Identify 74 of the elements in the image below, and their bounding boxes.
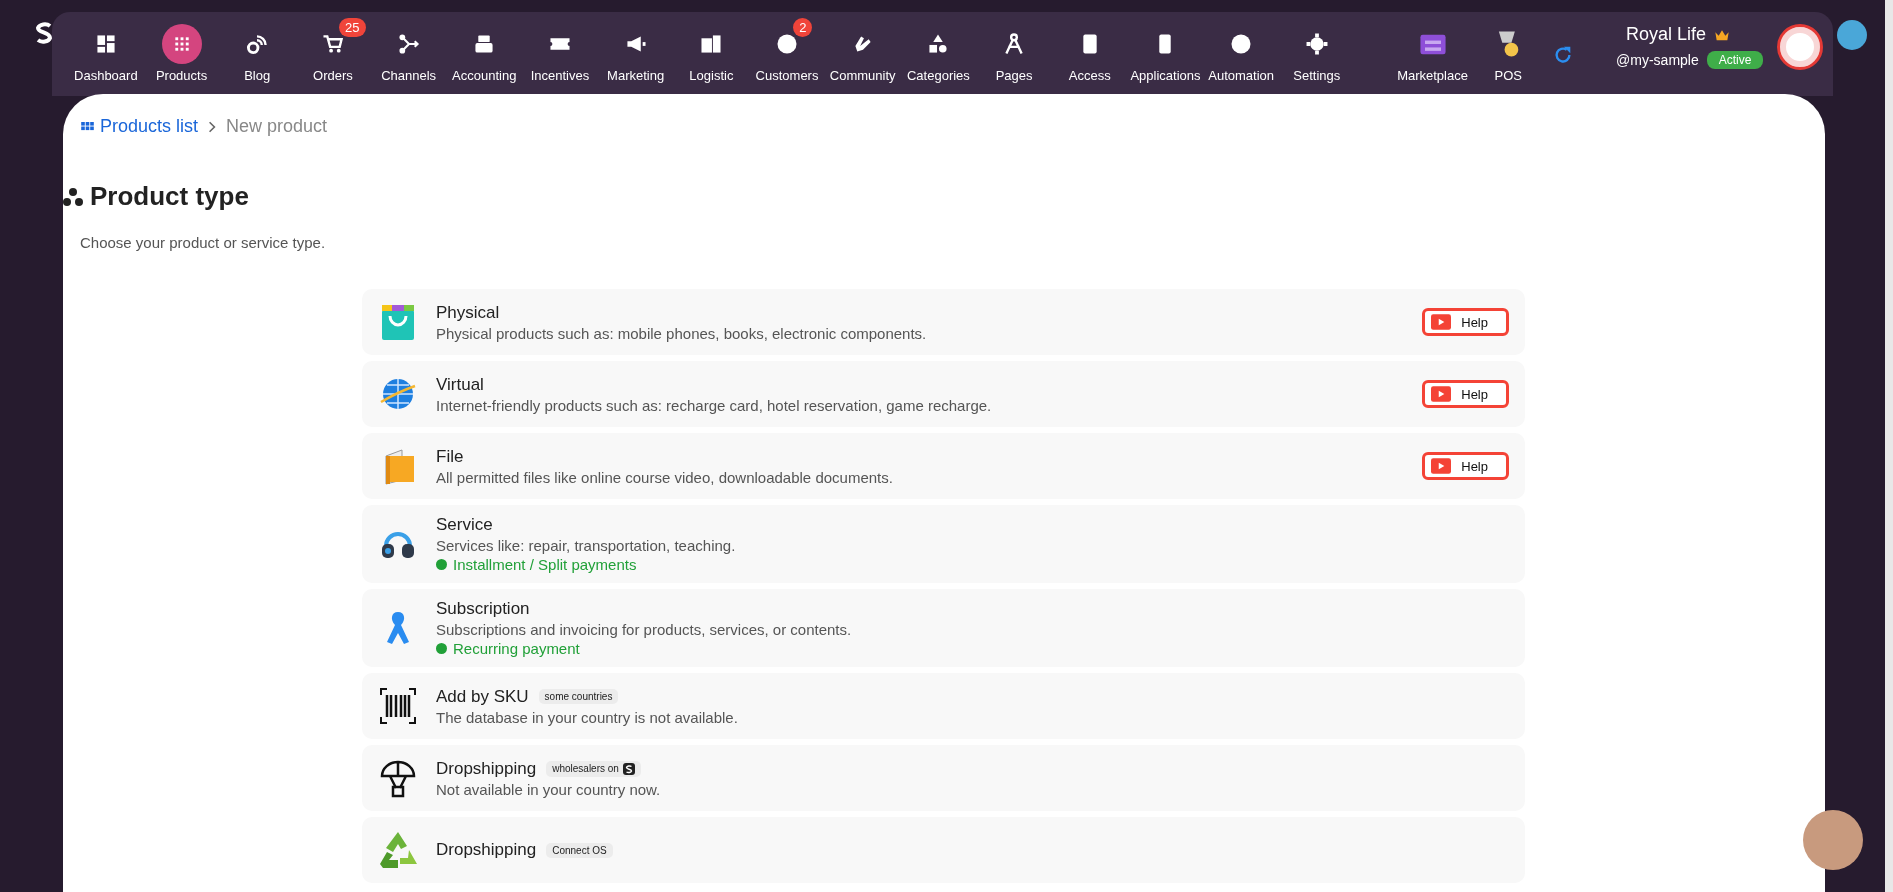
nav-link[interactable]: Settings <box>1280 68 1353 83</box>
status-badge: Active <box>1706 51 1764 69</box>
page-title: Product type <box>90 181 249 212</box>
tag-text: Connect OS <box>552 844 607 856</box>
status-dot <box>436 643 447 654</box>
product-type-title: File <box>436 446 464 467</box>
nav-link[interactable]: Accounting <box>448 68 521 83</box>
nav-link[interactable]: Incentives <box>523 68 596 83</box>
nav-link[interactable]: Access <box>1053 68 1126 83</box>
nav-link[interactable]: Automation <box>1205 68 1278 83</box>
product-type-card[interactable]: Virtual Internet-friendly products such as: recharge card, hotel reservation, game recharge. Help <box>362 361 1525 427</box>
breadcrumb-current: New product <box>226 116 328 137</box>
product-type-card[interactable]: Dropshipping Connect OS <box>362 817 1525 883</box>
parachute-icon <box>378 758 418 798</box>
nav-link[interactable]: Dashboard <box>69 68 142 83</box>
count-badge: 25 <box>339 18 366 37</box>
product-type-description: Subscriptions and invoicing for products, services, or contents. <box>436 621 853 638</box>
account-handle: @my-sample <box>1616 52 1699 68</box>
product-type-title: Service <box>436 515 493 535</box>
product-type-description: Not available in your country now. <box>436 780 662 798</box>
play-icon <box>1431 314 1452 330</box>
product-type-title: Add by SKU <box>436 686 529 707</box>
product-type-card[interactable]: File All permitted files like online course video, downloadable documents. Help <box>362 433 1525 499</box>
page-subtitle: Choose your product or service type. <box>80 234 327 251</box>
payment-note: Recurring payment <box>453 640 580 657</box>
breadcrumb-link[interactable]: Products list <box>100 116 199 137</box>
nav-link[interactable]: Orders <box>296 68 369 83</box>
tag-text: some countries <box>544 691 613 702</box>
tag-text: wholesalers on <box>552 763 619 774</box>
product-type-card[interactable]: Add by SKU some countries The database in your country is not available. <box>362 673 1525 739</box>
chat-avatar[interactable] <box>1803 810 1863 870</box>
product-type-description: The database in your country is not available. <box>436 708 739 726</box>
grid-icon <box>81 122 94 131</box>
product-type-description: Physical products such as: mobile phones, books, electronic components. <box>436 324 928 342</box>
recycle-icon <box>378 830 418 870</box>
nav-link[interactable]: POS <box>1472 68 1545 83</box>
nav-link[interactable]: Marketing <box>599 68 672 83</box>
barcode-icon <box>378 686 418 726</box>
nav-link[interactable]: Community <box>826 68 899 83</box>
payment-note: Installment / Split payments <box>453 556 637 573</box>
account-name: Royal Life <box>1625 24 1707 45</box>
product-type-description: Services like: repair, transportation, teaching. <box>436 537 737 554</box>
product-type-description: All permitted files like online course video, downloadable documents. <box>436 468 894 486</box>
nav-link[interactable]: Products <box>145 68 218 83</box>
grid-icon[interactable] <box>161 24 202 64</box>
product-type-title: Dropshipping <box>436 840 537 860</box>
product-type-card[interactable]: Subscription Subscriptions and invoicing for products, services, or contents. Recurring payment <box>362 589 1525 667</box>
product-type-title: Subscription <box>436 599 530 619</box>
product-type-title: Dropshipping <box>436 758 537 779</box>
product-type-description: Internet-friendly products such as: recharge card, hotel reservation, game recharge. <box>436 396 993 414</box>
help-button[interactable]: Help <box>1422 452 1509 480</box>
status-dot <box>436 559 447 570</box>
nav-link[interactable]: Applications <box>1129 68 1202 83</box>
help-button[interactable]: Help <box>1422 380 1509 408</box>
product-type-card[interactable]: Physical Physical products such as: mobile phones, books, electronic components. Help <box>362 289 1525 355</box>
product-type-title: Virtual <box>436 374 484 395</box>
nav-link[interactable]: Channels <box>372 68 445 83</box>
avatar-icon[interactable] <box>1837 20 1867 50</box>
product-type-title: Physical <box>436 302 500 323</box>
product-type-card[interactable]: Service Services like: repair, transportation, teaching. Installment / Split payments <box>362 505 1525 583</box>
play-icon <box>1431 458 1452 474</box>
nav-link[interactable]: Pages <box>978 68 1051 83</box>
nav-link[interactable]: Logistic <box>675 68 748 83</box>
shop-logo-icon[interactable] <box>1777 24 1824 70</box>
count-badge: 2 <box>793 18 813 37</box>
chevron-right-icon <box>208 120 217 133</box>
product-type-card[interactable]: Dropshipping wholesalers on Not available in your country now. <box>362 745 1525 811</box>
nav-link[interactable]: Categories <box>902 68 975 83</box>
dots-icon <box>62 186 84 207</box>
nav-link[interactable]: Customers <box>751 68 824 83</box>
nav-link[interactable]: Marketplace <box>1396 68 1469 83</box>
nav-link[interactable]: Blog <box>221 68 294 83</box>
help-button[interactable]: Help <box>1422 308 1509 336</box>
play-icon <box>1431 386 1452 402</box>
